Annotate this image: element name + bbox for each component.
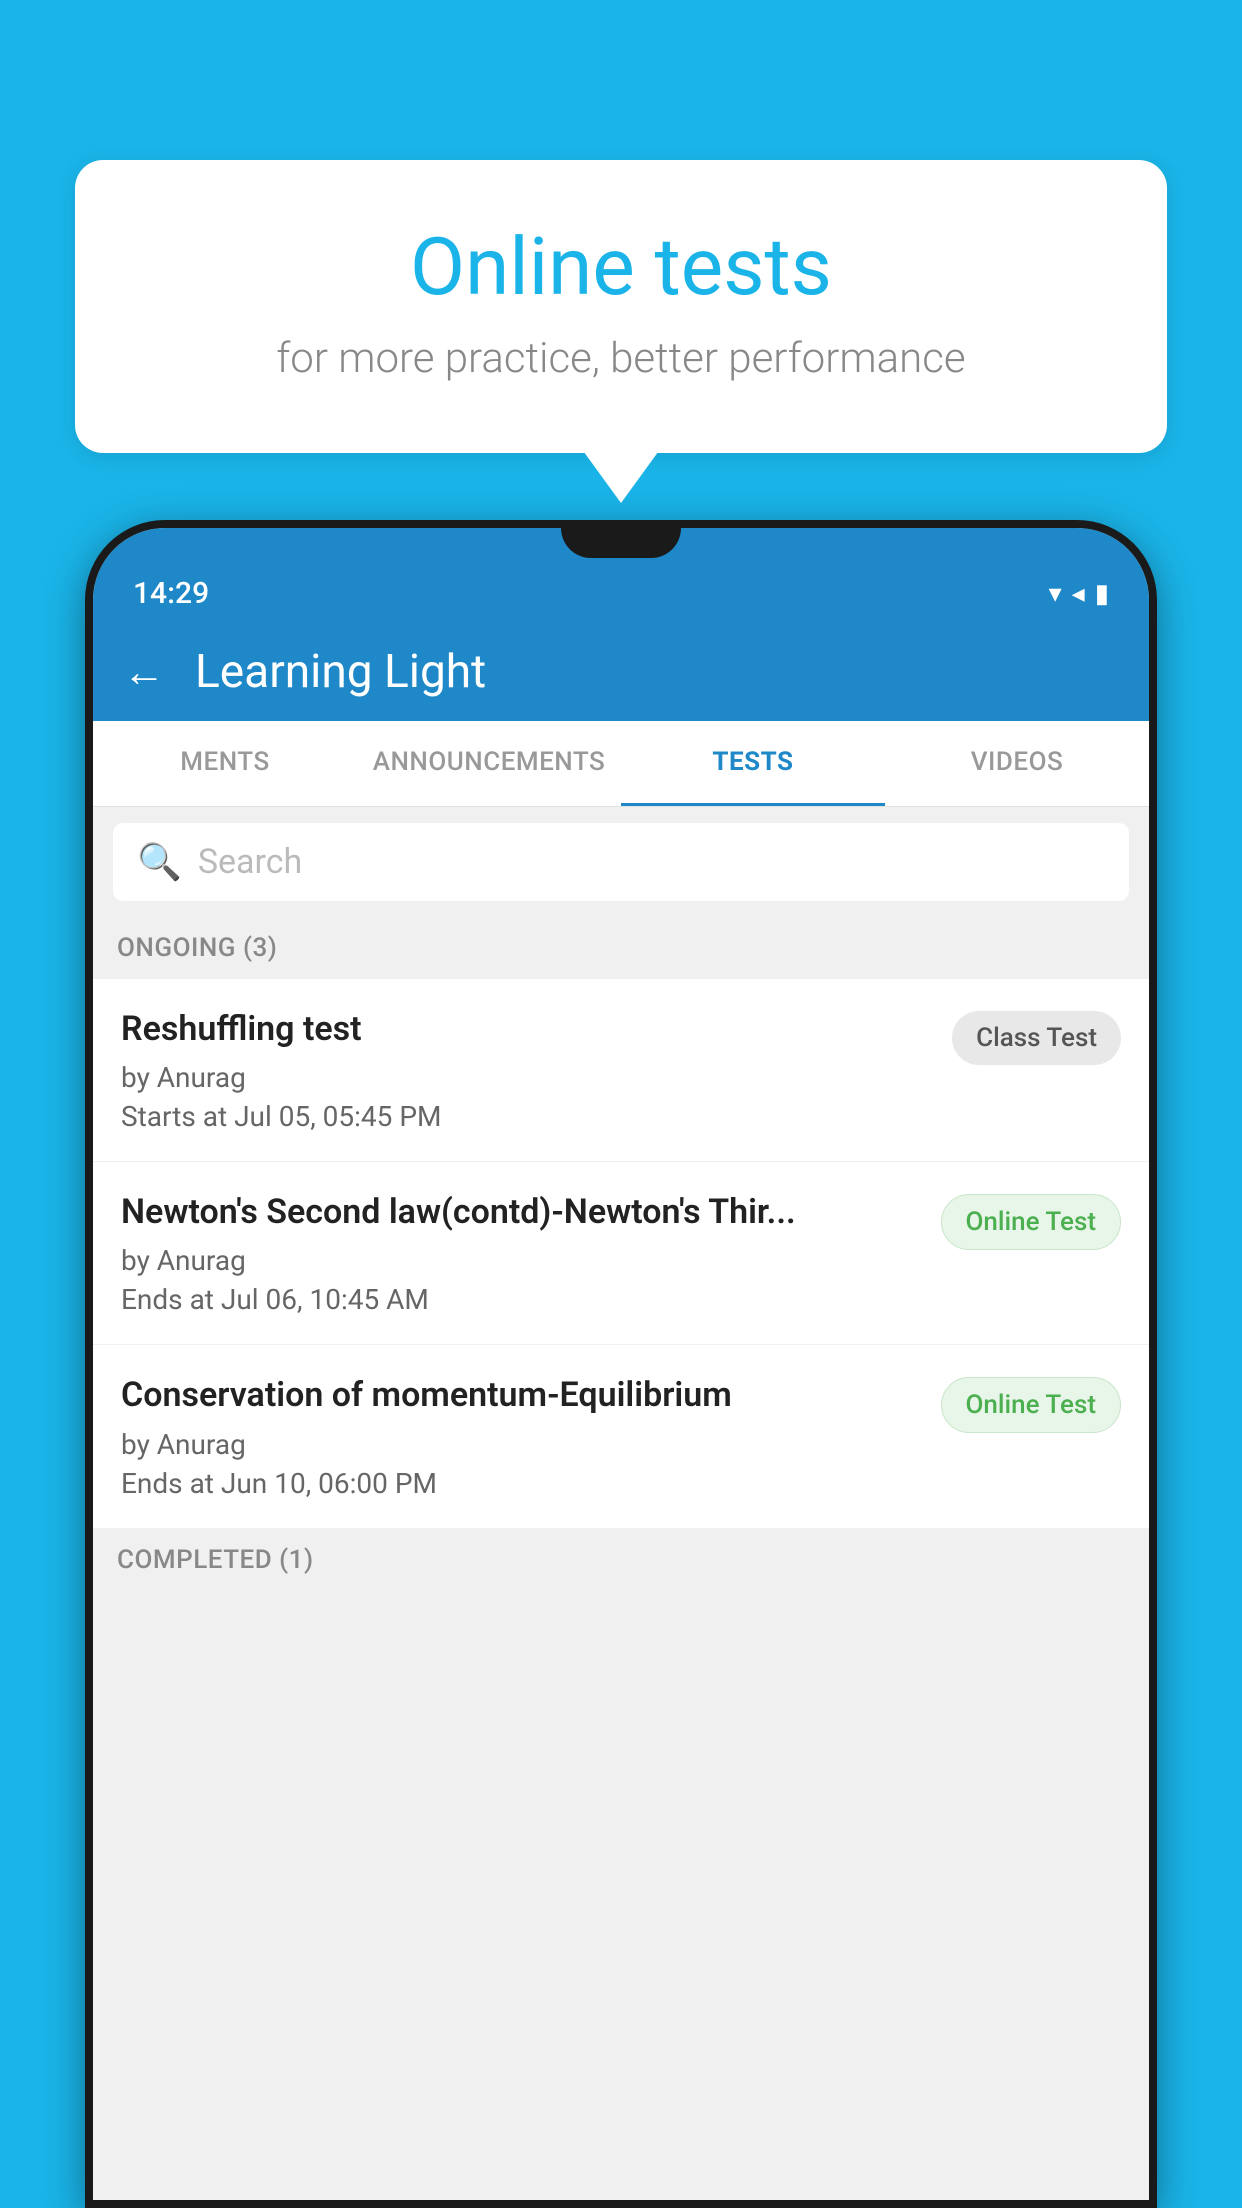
date-label: Ends at xyxy=(121,1467,214,1500)
tabs-container: MENTS ANNOUNCEMENTS TESTS VIDEOS xyxy=(93,721,1149,807)
test-item[interactable]: Conservation of momentum-Equilibrium by … xyxy=(93,1345,1149,1528)
test-item[interactable]: Newton's Second law(contd)-Newton's Thir… xyxy=(93,1162,1149,1345)
phone-inner: 14:29 ▾ ◂ ▮ ← Learning Light MENTS ANNOU… xyxy=(93,528,1149,2200)
search-icon: 🔍 xyxy=(137,841,182,883)
test-title: Reshuffling test xyxy=(121,1007,932,1051)
wifi-icon: ▾ xyxy=(1049,579,1062,609)
date-value: Jul 05, 05:45 PM xyxy=(234,1100,441,1133)
search-container: 🔍 Search xyxy=(93,807,1149,917)
completed-section-header: COMPLETED (1) xyxy=(93,1529,1149,1575)
test-title: Conservation of momentum-Equilibrium xyxy=(121,1373,921,1417)
date-value: Jun 10, 06:00 PM xyxy=(221,1467,437,1500)
content-area: ONGOING (3) Reshuffling test by Anurag S… xyxy=(93,917,1149,2200)
search-placeholder: Search xyxy=(198,842,302,882)
bubble-title: Online tests xyxy=(155,220,1087,314)
ongoing-section-header: ONGOING (3) xyxy=(93,917,1149,979)
phone-frame: 14:29 ▾ ◂ ▮ ← Learning Light MENTS ANNOU… xyxy=(85,520,1157,2208)
test-date: Starts at Jul 05, 05:45 PM xyxy=(121,1100,932,1133)
test-info: Conservation of momentum-Equilibrium by … xyxy=(121,1373,941,1499)
battery-icon: ▮ xyxy=(1095,579,1109,609)
signal-icon: ◂ xyxy=(1072,579,1085,609)
speech-bubble: Online tests for more practice, better p… xyxy=(75,160,1167,453)
test-info: Reshuffling test by Anurag Starts at Jul… xyxy=(121,1007,952,1133)
test-item[interactable]: Reshuffling test by Anurag Starts at Jul… xyxy=(93,979,1149,1162)
date-label: Ends at xyxy=(121,1283,214,1316)
test-badge-online: Online Test xyxy=(941,1194,1122,1250)
bubble-subtitle: for more practice, better performance xyxy=(155,334,1087,383)
test-info: Newton's Second law(contd)-Newton's Thir… xyxy=(121,1190,941,1316)
app-header: ← Learning Light xyxy=(93,623,1149,721)
test-author: by Anurag xyxy=(121,1244,921,1277)
test-title: Newton's Second law(contd)-Newton's Thir… xyxy=(121,1190,921,1234)
notch-area xyxy=(93,528,1149,558)
tab-announcements[interactable]: ANNOUNCEMENTS xyxy=(357,721,621,806)
test-badge-online: Online Test xyxy=(941,1377,1122,1433)
status-icons: ▾ ◂ ▮ xyxy=(1049,579,1109,609)
back-button[interactable]: ← xyxy=(123,648,165,697)
date-label: Starts at xyxy=(121,1100,227,1133)
search-bar[interactable]: 🔍 Search xyxy=(113,823,1129,901)
date-value: Jul 06, 10:45 AM xyxy=(221,1283,429,1316)
status-time: 14:29 xyxy=(133,576,209,611)
test-date: Ends at Jun 10, 06:00 PM xyxy=(121,1467,921,1500)
test-date: Ends at Jul 06, 10:45 AM xyxy=(121,1283,921,1316)
status-bar: 14:29 ▾ ◂ ▮ xyxy=(93,558,1149,623)
app-title: Learning Light xyxy=(195,645,486,699)
tab-tests[interactable]: TESTS xyxy=(621,721,885,806)
test-author: by Anurag xyxy=(121,1061,932,1094)
tab-ments[interactable]: MENTS xyxy=(93,721,357,806)
notch xyxy=(561,528,681,558)
tab-videos[interactable]: VIDEOS xyxy=(885,721,1149,806)
test-badge-class: Class Test xyxy=(952,1011,1121,1065)
test-author: by Anurag xyxy=(121,1428,921,1461)
